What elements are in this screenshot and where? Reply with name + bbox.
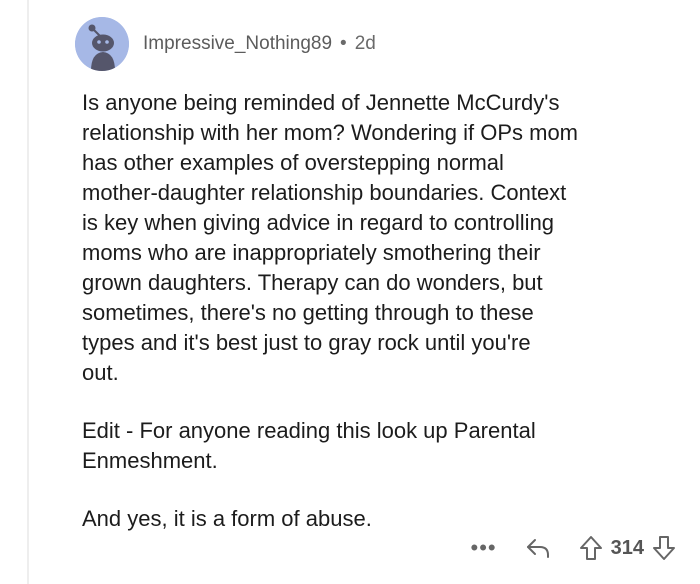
comment-line: sometimes, there's no getting through to… bbox=[82, 300, 534, 325]
downvote-arrow-icon[interactable] bbox=[652, 535, 676, 561]
avatar[interactable] bbox=[75, 17, 129, 71]
comment-meta: Impressive_Nothing89 • 2d bbox=[143, 33, 376, 55]
upvote-arrow-icon[interactable] bbox=[579, 535, 603, 561]
comment-line: Enmeshment. bbox=[82, 448, 218, 473]
comment-header: Impressive_Nothing89 • 2d bbox=[75, 16, 376, 72]
snoo-avatar-icon bbox=[75, 17, 129, 71]
meta-separator: • bbox=[340, 33, 347, 54]
comment-actions: ••• 314 bbox=[471, 530, 676, 566]
comment-line: moms who are inappropriately smothering … bbox=[82, 240, 541, 265]
comment-line: has other examples of overstepping norma… bbox=[82, 150, 504, 175]
comment-line: grown daughters. Therapy can do wonders,… bbox=[82, 270, 543, 295]
vote-count: 314 bbox=[610, 536, 644, 559]
comment-line: relationship with her mom? Wondering if … bbox=[82, 120, 579, 145]
timestamp: 2d bbox=[354, 33, 376, 54]
thread-line[interactable] bbox=[27, 0, 29, 584]
comment: Impressive_Nothing89 • 2d Is anyone bein… bbox=[0, 0, 700, 584]
comment-line: Edit - For anyone reading this look up P… bbox=[82, 418, 536, 443]
comment-paragraph: Is anyone being reminded of Jennette McC… bbox=[82, 88, 682, 388]
username[interactable]: Impressive_Nothing89 bbox=[143, 33, 332, 55]
more-options-icon[interactable]: ••• bbox=[471, 535, 497, 561]
comment-paragraph: Edit - For anyone reading this look up P… bbox=[82, 416, 682, 476]
comment-line: is key when giving advice in regard to c… bbox=[82, 210, 555, 235]
reply-icon[interactable] bbox=[525, 537, 551, 559]
comment-line: out. bbox=[82, 360, 119, 385]
comment-line: types and it's best just to gray rock un… bbox=[82, 330, 531, 355]
comment-line: mother-daughter relationship boundaries.… bbox=[82, 180, 567, 205]
comment-body: Is anyone being reminded of Jennette McC… bbox=[82, 88, 682, 562]
comment-line: Is anyone being reminded of Jennette McC… bbox=[82, 90, 560, 115]
